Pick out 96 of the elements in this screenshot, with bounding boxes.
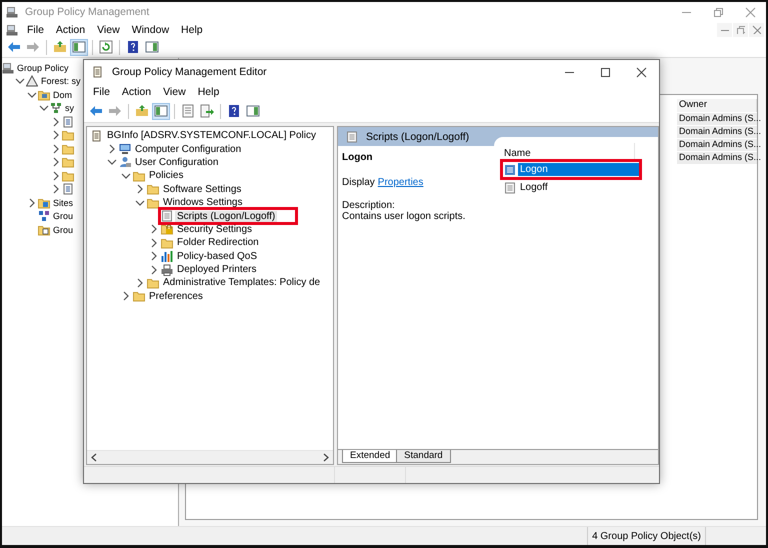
item-title: Logon — [342, 152, 374, 163]
close-icon[interactable] — [636, 66, 646, 78]
console-icon — [6, 24, 18, 36]
column-header[interactable]: Owner — [677, 99, 757, 112]
script-icon — [161, 210, 173, 222]
tree-item[interactable]: Dom — [52, 90, 74, 100]
folder-icon — [62, 142, 74, 155]
label: Description: — [342, 200, 396, 211]
list-item[interactable]: Logon — [518, 163, 639, 176]
tree-item[interactable]: Software Settings — [161, 184, 244, 195]
tree-item[interactable]: Deployed Printers — [175, 264, 258, 276]
document-icon — [62, 183, 74, 196]
panel-title: Scripts (Logon/Logoff) — [366, 130, 470, 142]
window-title: Group Policy Management Editor — [112, 66, 267, 78]
tree-item[interactable]: BGInfo [ADSRV.SYSTEMCONF.LOCAL] Policy — [105, 130, 318, 142]
status-text: 4 Group Policy Object(s) — [587, 527, 706, 545]
computer-icon — [119, 143, 131, 156]
folder-icon — [161, 236, 173, 249]
tree-item[interactable]: Security Settings — [175, 224, 254, 235]
tree-pane-icon[interactable] — [72, 40, 86, 54]
tree-item[interactable]: Scripts (Logon/Logoff) — [175, 210, 278, 222]
folder-up-icon[interactable] — [135, 104, 149, 118]
export-icon[interactable] — [200, 104, 214, 118]
sites-folder-icon — [38, 196, 50, 209]
scroll-right-icon[interactable] — [322, 453, 330, 462]
tree-item[interactable]: Grou — [52, 224, 74, 235]
restore-icon[interactable] — [736, 25, 745, 34]
user-icon — [119, 156, 131, 168]
list-icon[interactable] — [181, 104, 195, 118]
results-folder-icon — [38, 224, 50, 236]
view-pane-icon[interactable] — [246, 104, 260, 118]
tree-item[interactable]: Preferences — [147, 290, 205, 302]
label: Display — [342, 177, 375, 188]
refresh-icon[interactable] — [99, 40, 113, 54]
folder-icon — [133, 290, 145, 302]
column-header[interactable]: Name — [504, 143, 635, 159]
tree-item[interactable]: Sites — [52, 198, 74, 208]
folder-icon — [62, 156, 74, 168]
bar-chart-icon — [161, 250, 173, 262]
lock-folder-icon — [161, 223, 173, 236]
menu-item[interactable]: File — [22, 24, 49, 36]
tree-item[interactable]: sy — [64, 103, 75, 114]
tree-item[interactable]: Group Policy — [16, 62, 70, 73]
menu-item[interactable]: View — [158, 86, 191, 98]
console-icon — [2, 62, 14, 74]
horizontal-scrollbar[interactable] — [87, 450, 333, 464]
printer-icon — [161, 264, 173, 276]
menu-item[interactable]: Help — [192, 86, 224, 98]
tree-item[interactable]: Policies — [147, 170, 186, 182]
folder-icon — [147, 196, 159, 209]
view-pane-icon[interactable] — [145, 40, 159, 54]
modeling-icon — [38, 210, 50, 222]
list-item[interactable]: Logoff — [518, 181, 638, 194]
menu-item[interactable]: Action — [116, 86, 156, 98]
network-folder-icon — [38, 88, 50, 101]
tree-item[interactable]: Folder Redirection — [175, 237, 261, 248]
help-icon[interactable] — [227, 104, 241, 118]
menu-item[interactable]: File — [88, 86, 115, 98]
network-icon — [50, 102, 62, 114]
menu-item[interactable]: Window — [126, 24, 174, 36]
tree-pane-icon[interactable] — [154, 104, 168, 118]
tab[interactable]: Standard — [396, 450, 451, 463]
menu-item[interactable]: Help — [176, 24, 208, 36]
folder-icon — [147, 183, 159, 196]
folder-icon — [147, 276, 159, 289]
maximize-icon[interactable] — [600, 66, 610, 78]
tree-item[interactable]: Forest: sy — [40, 76, 82, 86]
restore-icon[interactable] — [712, 6, 724, 18]
tree-item[interactable]: Computer Configuration — [133, 144, 244, 155]
back-arrow-icon[interactable] — [89, 104, 103, 118]
folder-icon — [133, 170, 145, 182]
folder-icon — [62, 129, 74, 142]
tree-item[interactable]: User Configuration — [133, 156, 220, 168]
menu-item[interactable]: Action — [50, 24, 90, 36]
window-title: Group Policy Management — [25, 6, 150, 18]
folder-up-icon[interactable] — [53, 40, 67, 54]
script-icon — [504, 182, 516, 194]
tree-item[interactable]: Policy-based QoS — [175, 250, 260, 262]
scroll-icon — [91, 130, 103, 142]
tree-item[interactable]: Administrative Templates: Policy de — [161, 277, 322, 288]
scroll-left-icon[interactable] — [90, 453, 98, 462]
properties-link[interactable]: Properties — [378, 177, 424, 188]
back-arrow-icon[interactable] — [7, 40, 21, 54]
script-icon — [504, 164, 516, 176]
document-icon — [62, 116, 74, 128]
triangle-icon — [26, 75, 38, 88]
help-icon[interactable] — [126, 40, 140, 54]
scroll-icon — [92, 66, 104, 78]
tree-item[interactable]: Grou — [52, 211, 74, 222]
tab[interactable]: Extended — [342, 450, 398, 463]
console-icon — [6, 6, 18, 18]
menu-item[interactable]: View — [92, 24, 125, 36]
script-icon — [346, 130, 358, 142]
folder-icon — [62, 170, 74, 182]
tree-item[interactable]: Windows Settings — [161, 197, 244, 208]
description-text: Contains user logon scripts. — [342, 211, 466, 222]
